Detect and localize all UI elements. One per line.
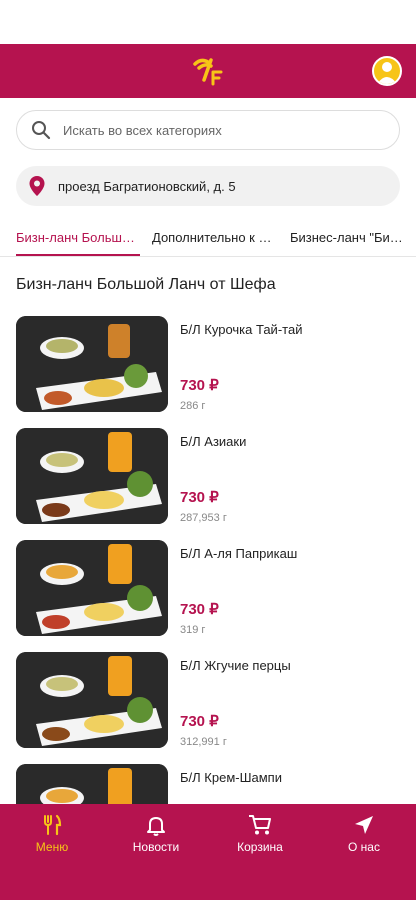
item-price: 730 ₽ [180,601,219,618]
nav-about-label: О нас [348,840,380,854]
item-name: Б/Л Курочка Тай-тай [180,322,303,337]
nav-menu[interactable]: Меню [0,804,104,900]
item-price: 730 ₽ [180,713,219,730]
dish-image [16,540,168,636]
menu-item[interactable]: Б/Л Жгучие перцы 730 ₽ 312,991 г [0,652,416,764]
dish-image [16,316,168,412]
nav-news[interactable]: Новости [104,804,208,900]
menu-item[interactable]: Б/Л А-ля Паприкаш 730 ₽ 319 г [0,540,416,652]
tab-extras[interactable]: Дополнительно к блюдам [152,222,278,256]
nav-cart[interactable]: Корзина [208,804,312,900]
menu-item[interactable]: Б/Л Курочка Тай-тай 730 ₽ 286 г [0,316,416,428]
item-name: Б/Л Жгучие перцы [180,658,291,673]
tab-big-lunch[interactable]: Бизн-ланч Большой Ланч от Шефа [16,222,140,256]
logo-icon [193,58,223,86]
app-header [0,44,416,98]
category-tabs: Бизн-ланч Большой Ланч от Шефа Дополните… [0,222,416,256]
tab-beef-lunch[interactable]: Бизнес-ланч "Биф-Ланч" [290,222,410,256]
navigation-arrow-icon [355,816,373,834]
fork-knife-icon [44,814,62,836]
nav-about[interactable]: О нас [312,804,416,900]
item-name: Б/Л Крем-Шампи [180,770,282,785]
section-title: Бизн-ланч Большой Ланч от Шефа [16,276,276,293]
item-weight: 287,953 г [180,512,227,524]
item-price: 730 ₽ [180,377,219,394]
search-input[interactable] [63,122,363,138]
bottom-navigation: Меню Новости Корзина О нас [0,804,416,900]
cart-icon [249,815,271,835]
address-selector[interactable]: проезд Багратионовский, д. 5 [16,166,400,206]
search-icon [32,121,51,140]
bell-icon [147,817,165,836]
dish-image [16,652,168,748]
address-text: проезд Багратионовский, д. 5 [58,178,236,194]
tabs-divider [0,256,416,257]
item-weight: 286 г [180,400,206,412]
search-bar[interactable] [16,110,400,150]
menu-item[interactable]: Б/Л Азиаки 730 ₽ 287,953 г [0,428,416,540]
nav-cart-label: Корзина [237,840,283,854]
status-bar-area [0,0,416,44]
location-pin-icon [29,176,45,196]
user-icon [377,62,397,84]
dish-image [16,428,168,524]
profile-avatar[interactable] [372,56,402,86]
item-weight: 319 г [180,624,206,636]
nav-menu-label: Меню [35,840,69,854]
item-name: Б/Л Азиаки [180,434,247,449]
item-name: Б/Л А-ля Паприкаш [180,546,298,561]
item-price: 730 ₽ [180,489,219,506]
nav-news-label: Новости [132,840,180,854]
item-weight: 312,991 г [180,736,227,748]
